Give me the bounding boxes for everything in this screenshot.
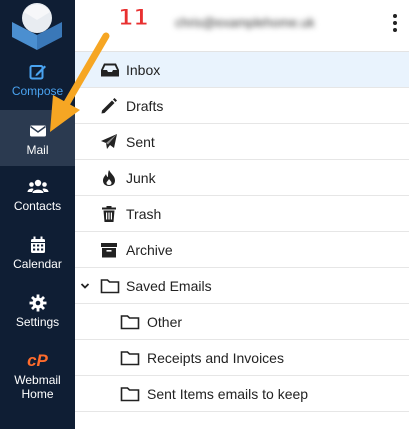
folder-icon <box>120 351 140 366</box>
account-email: chris@examplehome.uk <box>175 15 315 30</box>
trash-icon <box>102 206 116 222</box>
app-logo[interactable] <box>0 0 75 50</box>
folder-icon <box>120 387 140 402</box>
sidebar-item-calendar[interactable]: Calendar <box>0 230 75 282</box>
folder-other[interactable]: Other <box>75 304 409 340</box>
folder-label: Sent Items emails to keep <box>147 386 309 402</box>
folder-trash[interactable]: Trash <box>75 196 409 232</box>
sidebar-item-mail[interactable]: Mail <box>0 110 75 166</box>
sidebar-item-settings[interactable]: Settings <box>0 288 75 340</box>
sidebar-item-label: Contacts <box>13 199 62 213</box>
pencil-icon <box>101 98 117 114</box>
sidebar-item-label: Mail <box>26 143 49 157</box>
more-options-icon[interactable] <box>391 14 399 36</box>
users-icon <box>27 179 48 193</box>
folder-label: Drafts <box>126 98 164 114</box>
sidebar-item-label: Settings <box>15 315 60 329</box>
compose-icon <box>29 65 46 80</box>
folder-list: Inbox Drafts Sent Junk Trash Archive Sav… <box>75 52 409 412</box>
sidebar-item-label: Compose <box>11 84 64 98</box>
folder-sent[interactable]: Sent <box>75 124 409 160</box>
folder-label: Saved Emails <box>126 278 212 294</box>
chevron-down-icon[interactable] <box>80 281 90 291</box>
folder-archive[interactable]: Archive <box>75 232 409 268</box>
sidebar-item-label: Calendar <box>13 257 62 271</box>
roundcube-logo-icon <box>12 3 62 50</box>
folder-saved-emails[interactable]: Saved Emails <box>75 268 409 304</box>
folder-label: Archive <box>126 242 173 258</box>
sidebar: Compose Mail Contacts Calendar Settings … <box>0 0 75 429</box>
sidebar-item-compose[interactable]: Compose <box>0 58 75 104</box>
folder-receipts-and-invoices[interactable]: Receipts and Invoices <box>75 340 409 376</box>
paper-plane-icon <box>101 134 117 149</box>
folder-drafts[interactable]: Drafts <box>75 88 409 124</box>
sidebar-item-contacts[interactable]: Contacts <box>0 172 75 224</box>
folder-junk[interactable]: Junk <box>75 160 409 196</box>
fire-icon <box>103 170 115 186</box>
folder-label: Receipts and Invoices <box>147 350 284 366</box>
folder-label: Sent <box>126 134 155 150</box>
folder-sent-items-emails-to-keep[interactable]: Sent Items emails to keep <box>75 376 409 412</box>
sidebar-item-label-line2: Home <box>21 387 54 401</box>
gear-icon <box>29 294 46 312</box>
folder-label: Trash <box>126 206 162 222</box>
folder-label: Inbox <box>126 62 161 78</box>
folder-icon <box>120 315 140 330</box>
sidebar-item-webmail-home[interactable]: cP Webmail Home <box>0 346 75 408</box>
calendar-icon <box>30 236 45 253</box>
folder-inbox[interactable]: Inbox <box>75 52 409 88</box>
envelope-icon <box>29 125 46 137</box>
folder-label: Junk <box>126 170 156 186</box>
cpanel-icon: cP <box>27 351 48 370</box>
archive-box-icon <box>101 243 117 258</box>
sidebar-item-label-line1: Webmail <box>14 373 61 387</box>
step-number-badge: 11 <box>118 6 150 32</box>
inbox-icon <box>101 63 119 77</box>
folder-label: Other <box>147 314 183 330</box>
folder-icon <box>100 279 120 294</box>
